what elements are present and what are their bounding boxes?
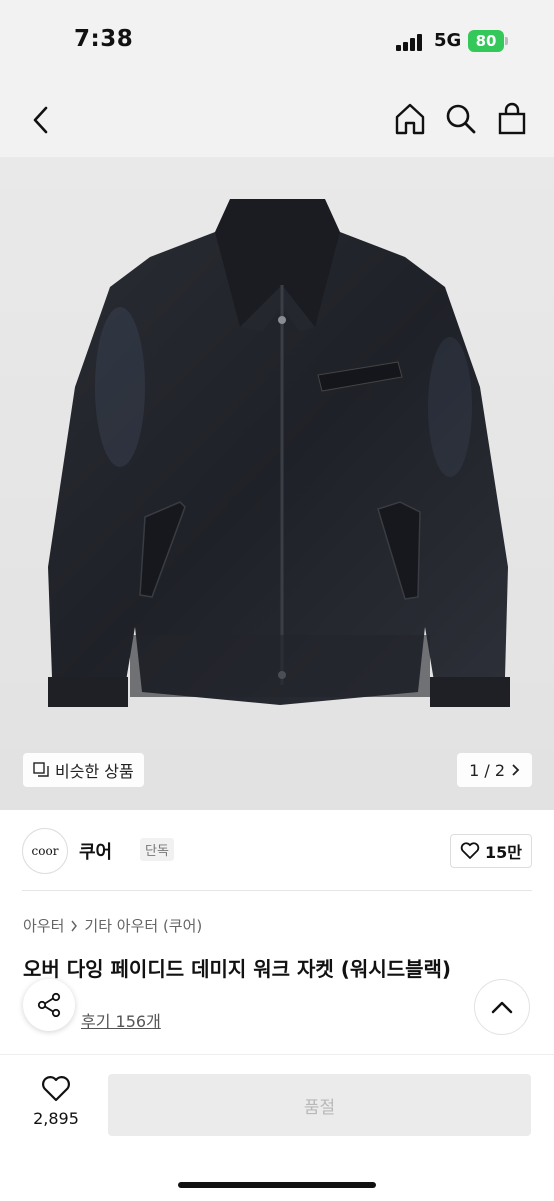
brand-name[interactable]: 쿠어 (79, 838, 112, 864)
status-time: 7:38 (74, 26, 134, 52)
battery-tip (505, 37, 508, 45)
bottom-action-bar: 2,895 품절 (0, 1054, 554, 1201)
search-icon (446, 104, 476, 134)
wishlist-count: 2,895 (33, 1109, 79, 1128)
exclusive-badge: 단독 (140, 838, 174, 861)
reviews-link[interactable]: 후기 156개 (81, 1008, 161, 1032)
image-pager[interactable]: 1 / 2 (457, 753, 532, 787)
home-icon (395, 103, 425, 135)
breadcrumb-item[interactable]: 기타 아우터 (쿠어) (84, 915, 202, 936)
chevron-up-icon (491, 1001, 513, 1014)
product-image-carousel[interactable]: 비슷한 상품 1 / 2 (0, 157, 554, 810)
battery-icon: 80 (468, 30, 504, 52)
similar-products-label: 비슷한 상품 (55, 762, 134, 781)
status-bar: 7:38 5G 80 (0, 0, 554, 84)
image-page-indicator: 1 / 2 (469, 760, 505, 780)
cellular-signal-icon (396, 33, 428, 51)
similar-products-button[interactable]: 비슷한 상품 (23, 753, 144, 787)
divider (22, 890, 532, 891)
search-button[interactable] (443, 100, 479, 138)
home-indicator (178, 1182, 376, 1188)
back-arrow-icon (33, 106, 48, 134)
brand-like-button[interactable]: 15만 (450, 834, 532, 868)
home-button[interactable] (392, 100, 428, 138)
jacket-image (48, 199, 510, 707)
cart-button[interactable] (494, 100, 530, 138)
network-type: 5G (434, 30, 462, 51)
share-button[interactable] (23, 979, 75, 1031)
brand-like-count: 15만 (485, 843, 522, 862)
soldout-button: 품절 (108, 1074, 531, 1136)
back-button[interactable] (24, 102, 58, 138)
breadcrumb: 아우터 기타 아우터 (쿠어) (23, 915, 202, 936)
top-navigation (0, 84, 554, 157)
similar-items-icon (33, 762, 49, 777)
wishlist-button[interactable]: 2,895 (20, 1075, 92, 1128)
breadcrumb-item[interactable]: 아우터 (23, 915, 64, 936)
shopping-bag-icon (498, 102, 526, 135)
chevron-right-icon (71, 920, 78, 931)
chevron-right-icon (512, 764, 520, 776)
product-title: 오버 다잉 페이디드 데미지 워크 자켓 (워시드블랙) (23, 957, 452, 981)
scroll-to-top-button[interactable] (474, 979, 530, 1035)
heart-icon (460, 842, 480, 859)
share-icon (37, 992, 61, 1018)
brand-logo[interactable]: coor (22, 828, 68, 874)
brand-row: coor 쿠어 단독 15만 (22, 826, 532, 874)
heart-icon (42, 1076, 70, 1102)
